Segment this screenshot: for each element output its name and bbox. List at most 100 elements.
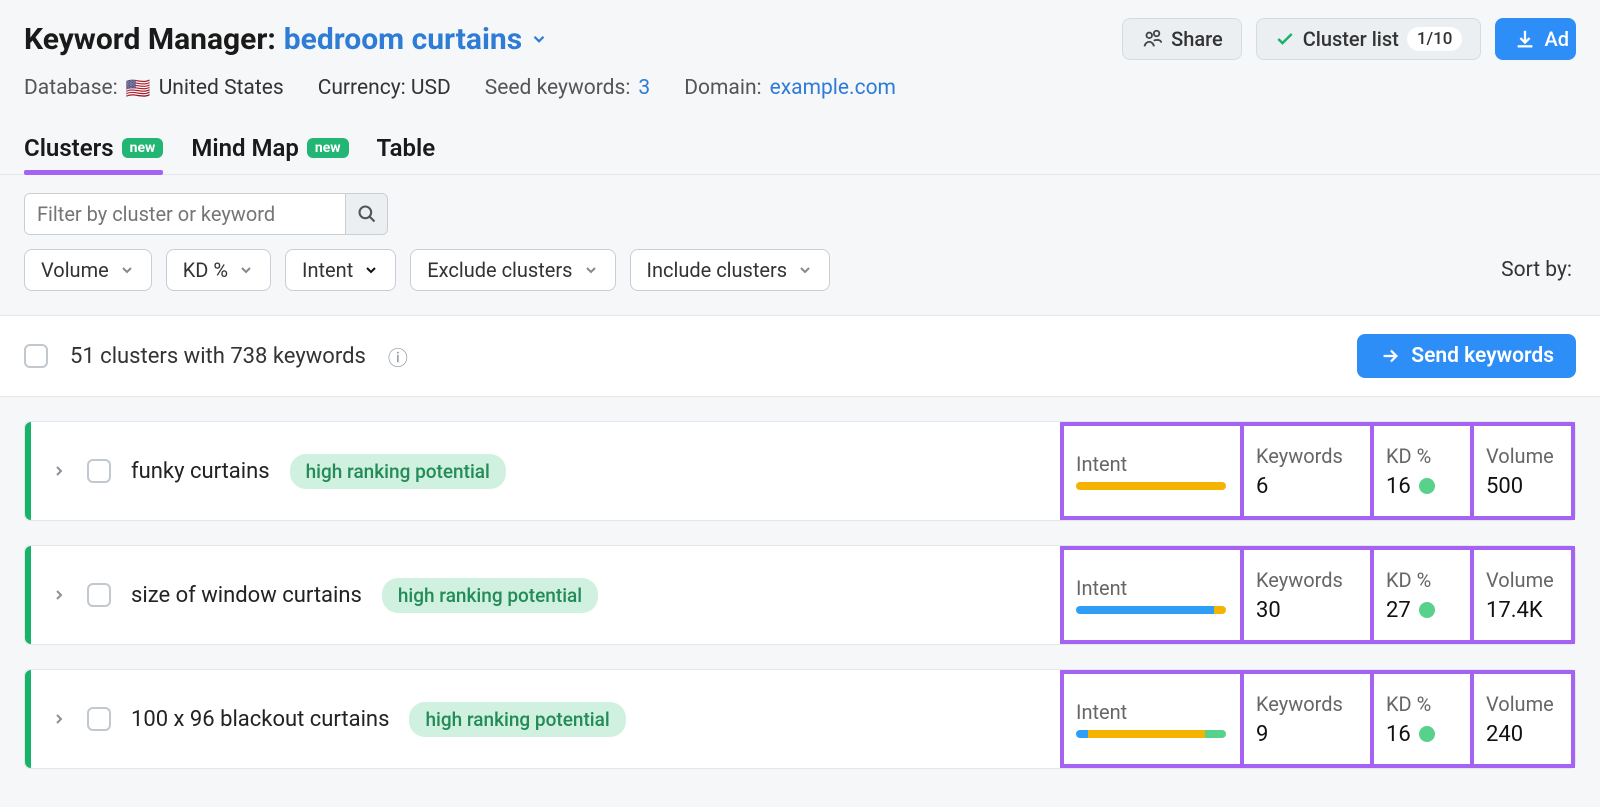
chevron-down-icon [797,262,813,278]
chevron-down-icon [119,262,135,278]
metric-intent-label: Intent [1076,576,1228,600]
share-label: Share [1171,27,1223,51]
chevron-down-icon [363,262,379,278]
cluster-name[interactable]: 100 x 96 blackout curtains [131,707,389,732]
info-icon[interactable]: ⓘ [388,342,408,371]
filter-kd-label: KD % [183,258,228,282]
metric-keywords-value: 6 [1256,474,1358,499]
send-keywords-button[interactable]: Send keywords [1357,334,1576,378]
database-label: Database: [24,76,118,100]
tab-mindmap-label: Mind Map [191,134,299,162]
filter-kd[interactable]: KD % [166,249,271,291]
cluster-name[interactable]: funky curtains [131,459,270,484]
metric-intent-label: Intent [1076,700,1228,724]
metric-volume: Volume 17.4K [1470,546,1575,644]
cluster-list-label: Cluster list [1303,27,1399,51]
keyword-dropdown[interactable]: bedroom curtains [284,22,548,57]
metric-intent: Intent [1060,422,1240,520]
metric-keywords-label: Keywords [1256,568,1358,592]
metric-kd-label: KD % [1386,568,1458,592]
filter-exclude-clusters[interactable]: Exclude clusters [410,249,615,291]
chevron-down-icon [238,262,254,278]
summary-text: 51 clusters with 738 keywords [70,344,366,369]
metric-keywords-label: Keywords [1256,692,1358,716]
high-ranking-potential-badge: high ranking potential [382,578,598,613]
intent-bar [1076,482,1226,490]
metric-intent: Intent [1060,546,1240,644]
filter-volume[interactable]: Volume [24,249,152,291]
filter-include-clusters[interactable]: Include clusters [630,249,831,291]
metric-keywords: Keywords 9 [1240,670,1370,768]
cluster-checkbox[interactable] [87,707,111,731]
cluster-checkbox[interactable] [87,583,111,607]
us-flag-icon: 🇺🇸 [126,76,151,100]
check-icon [1275,29,1295,49]
metric-kd: KD %16 [1370,422,1470,520]
metric-kd-label: KD % [1386,444,1458,468]
metric-intent: Intent [1060,670,1240,768]
seed-value[interactable]: 3 [638,76,650,100]
keyword-name: bedroom curtains [284,22,522,57]
search-input[interactable] [25,194,345,234]
expand-chevron-icon[interactable] [51,463,67,479]
metric-keywords: Keywords 6 [1240,422,1370,520]
kd-difficulty-dot-icon [1419,478,1435,494]
share-button[interactable]: Share [1122,18,1242,60]
seed-label: Seed keywords: [485,76,631,100]
share-icon [1141,28,1163,50]
metric-kd-label: KD % [1386,692,1458,716]
cluster-list-button[interactable]: Cluster list 1/10 [1256,18,1482,60]
metric-kd-value: 16 [1386,722,1458,747]
new-badge: new [307,138,349,158]
metric-keywords-value: 9 [1256,722,1358,747]
metric-volume-label: Volume [1486,692,1559,716]
title-row: Keyword Manager: bedroom curtains Share … [24,18,1576,60]
metric-volume-value: 500 [1486,474,1559,499]
select-all-checkbox[interactable] [24,344,48,368]
tab-clusters[interactable]: Clusters new [24,134,163,174]
metric-kd: KD % 27 [1370,546,1470,644]
tab-table[interactable]: Table [377,134,436,174]
metric-keywords: Keywords 30 [1240,546,1370,644]
metric-volume-value: 240 [1486,722,1559,747]
cluster-list-count: 1/10 [1407,27,1463,51]
filter-exclude-label: Exclude clusters [427,258,572,282]
metric-keywords-value: 30 [1256,598,1358,623]
metric-volume: Volume 240 [1470,670,1575,768]
send-keywords-label: Send keywords [1411,344,1554,368]
domain-label: Domain: [684,76,761,100]
tabs: Clusters new Mind Map new Table [0,106,1600,175]
send-arrow-icon [1379,345,1401,367]
intent-bar [1076,730,1226,738]
tab-mindmap[interactable]: Mind Map new [191,134,348,174]
search-icon [357,204,377,224]
meta-row: Database: 🇺🇸 United States Currency: USD… [24,60,1576,106]
search-wrap [24,193,388,235]
metric-keywords-label: Keywords [1256,444,1358,468]
metric-volume-label: Volume [1486,568,1559,592]
tab-clusters-label: Clusters [24,134,114,162]
add-label: Ad [1544,27,1569,51]
metric-kd: KD % 16 [1370,670,1470,768]
expand-chevron-icon[interactable] [51,587,67,603]
high-ranking-potential-badge: high ranking potential [290,454,506,489]
metric-kd-value: 27 [1386,598,1458,623]
sort-by-label: Sort by: [1501,258,1576,282]
new-badge: new [122,138,164,158]
add-button[interactable]: Ad [1495,18,1576,60]
domain-value[interactable]: example.com [770,76,896,100]
high-ranking-potential-badge: high ranking potential [409,702,625,737]
metric-volume: Volume500 [1470,422,1575,520]
metric-volume-value: 17.4K [1486,598,1559,623]
filter-intent[interactable]: Intent [285,249,396,291]
search-button[interactable] [345,194,387,234]
metric-intent-label: Intent [1076,452,1228,476]
filter-volume-label: Volume [41,258,109,282]
cluster-checkbox[interactable] [87,459,111,483]
intent-bar [1076,606,1226,614]
kd-difficulty-dot-icon [1419,726,1435,742]
cluster-name[interactable]: size of window curtains [131,583,362,608]
filter-include-label: Include clusters [647,258,788,282]
download-icon [1514,28,1536,50]
expand-chevron-icon[interactable] [51,711,67,727]
